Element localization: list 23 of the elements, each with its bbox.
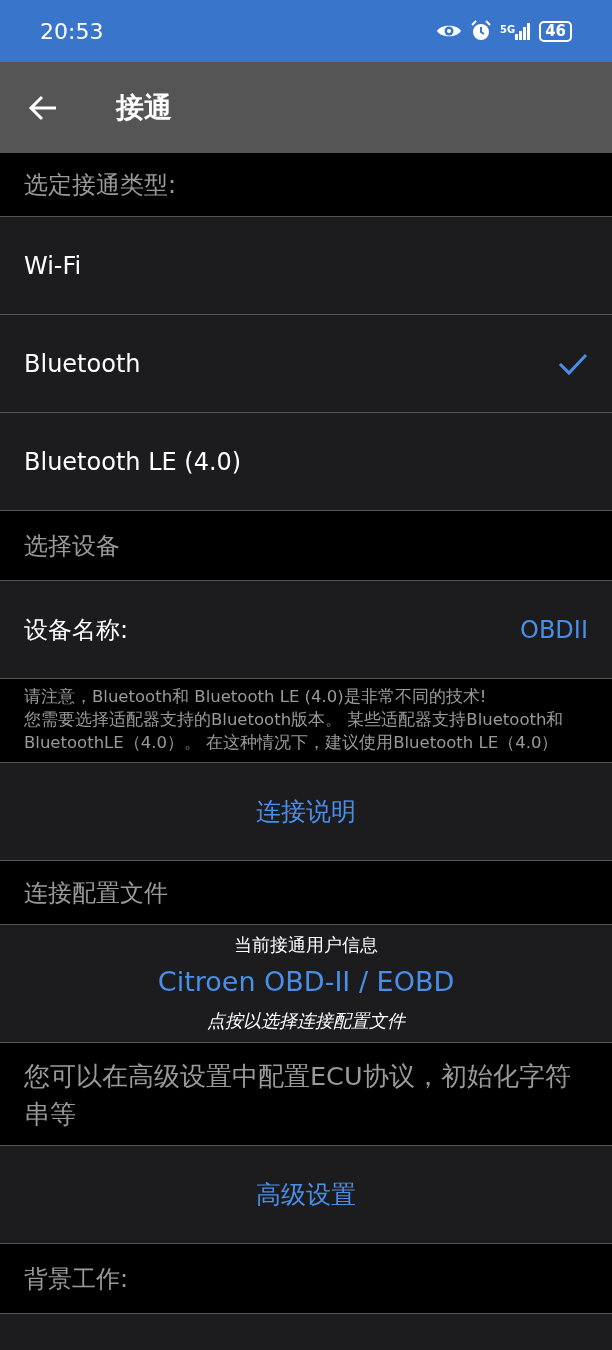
clock-time: 20:53 — [40, 17, 104, 46]
alarm-icon — [469, 20, 492, 42]
note-text: 您需要选择适配器支持的Bluetooth版本。 某些适配器支持Bluetooth和 BluetoothLE（4.0）。 在这种情况下，建议使用Bluetooth LE（4.0） — [24, 709, 565, 755]
note-text: 请注意，Bluetooth和 Bluetooth LE (4.0)是非常不同的技术! — [24, 686, 488, 708]
battery-level: 46 — [539, 20, 572, 42]
back-arrow-icon[interactable] — [28, 94, 58, 121]
signal-icon — [515, 22, 532, 40]
screen-title: 接通 — [116, 89, 172, 126]
setting-value: OBDII — [520, 614, 588, 646]
section-header: 背景工作: — [24, 1263, 129, 1295]
profile-hint: 点按以选择连接配置文件 — [206, 1008, 407, 1033]
section-header: 选定接通类型: — [24, 169, 177, 201]
eye-icon — [435, 23, 462, 39]
network-label: 5G — [499, 23, 516, 37]
profile-caption: 当前接通用户信息 — [233, 933, 379, 958]
profile-name: Citroen OBD-II / EOBD — [156, 965, 456, 1000]
setting-label: 设备名称: — [24, 614, 129, 646]
option-label: Bluetooth — [24, 348, 141, 380]
option-label: Wi-Fi — [24, 250, 82, 282]
section-header: 连接配置文件 — [24, 877, 168, 909]
info-text: 您可以在高级设置中配置ECU协议，初始化字符串等 — [0, 1042, 612, 1147]
section-header: 选择设备 — [24, 530, 120, 562]
option-label: Bluetooth LE (4.0) — [24, 446, 242, 478]
